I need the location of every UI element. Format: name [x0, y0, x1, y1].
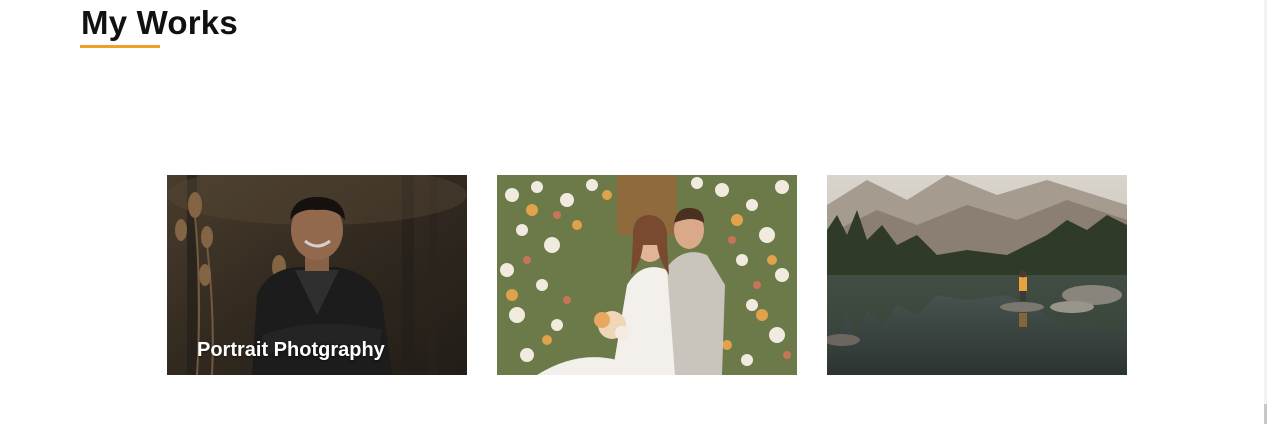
mountain-lake-photo — [827, 175, 1127, 375]
card-caption: Portrait Photgraphy — [197, 339, 385, 361]
works-page: My Works Portrait Photgraphy — [0, 0, 1267, 424]
gallery-card-portrait[interactable]: Portrait Photgraphy — [167, 175, 467, 375]
gallery-card-wedding[interactable] — [497, 175, 797, 375]
title-underline — [80, 45, 160, 48]
section-title: My Works — [81, 4, 238, 41]
gallery-card-landscape[interactable] — [827, 175, 1127, 375]
wedding-couple-photo — [497, 175, 797, 375]
works-gallery: Portrait Photgraphy — [167, 175, 1127, 375]
